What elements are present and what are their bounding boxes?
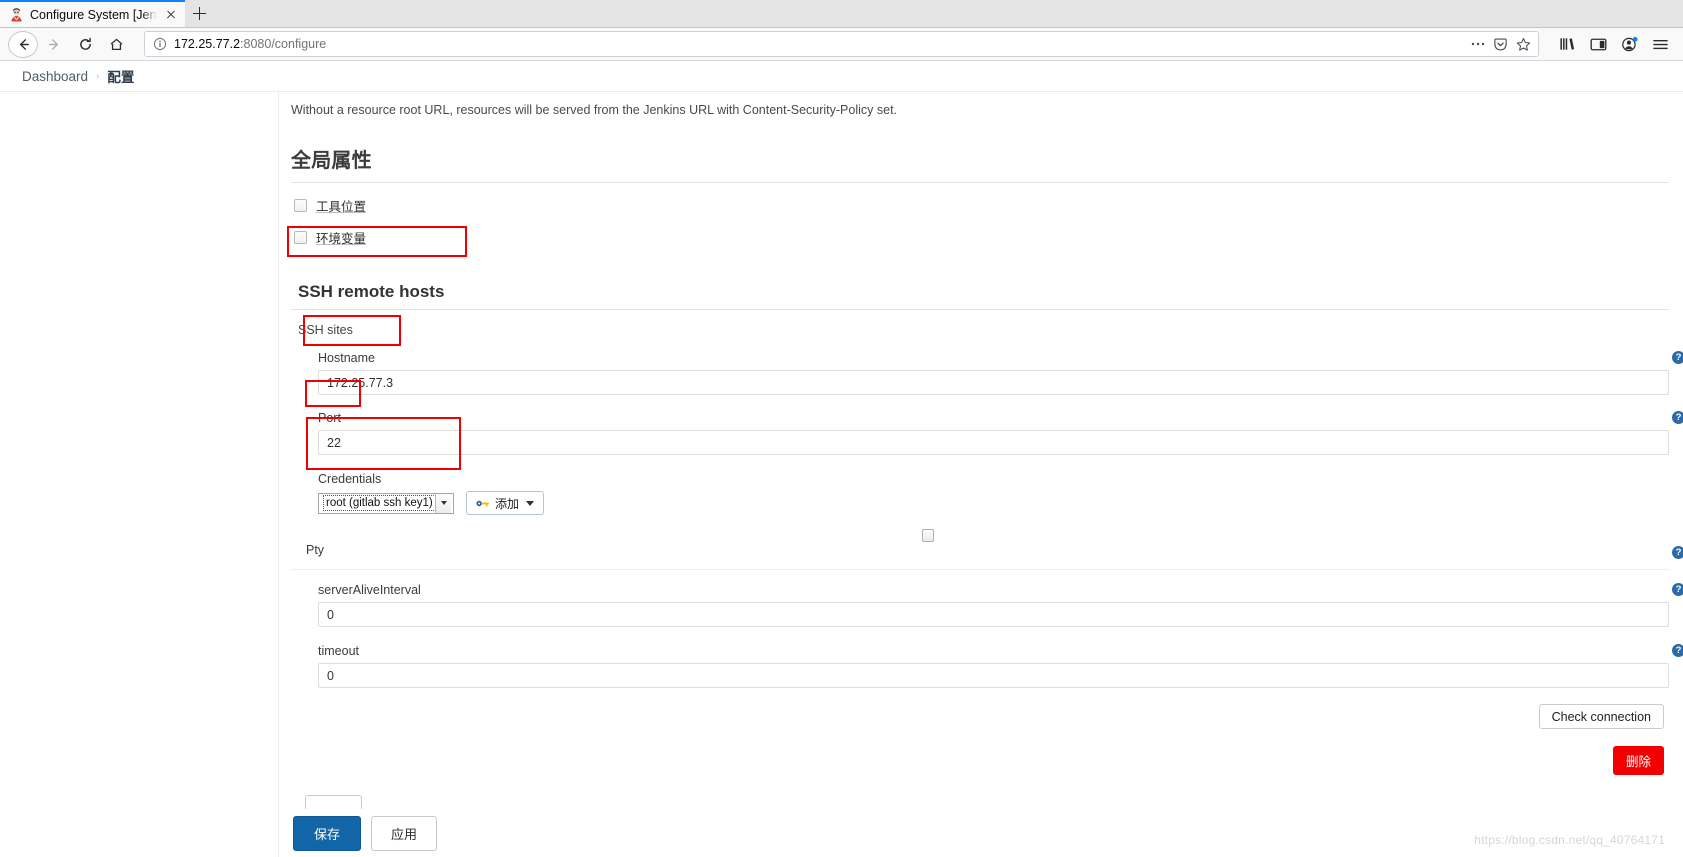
url-bar[interactable]: 172.25.77.2:8080/configure (144, 31, 1539, 57)
timeout-input[interactable] (318, 663, 1669, 688)
server-alive-interval-block: serverAliveInterval ? (318, 583, 1683, 627)
url-path: :8080/configure (240, 37, 327, 51)
form-footer: 保存 应用 (279, 809, 1683, 857)
pty-label: Pty (306, 543, 325, 557)
ssh-remote-hosts-heading: SSH remote hosts (298, 282, 445, 301)
credentials-row: root (gitlab ssh key1) 添加 (318, 491, 1669, 515)
hostname-field-block: Hostname ? (318, 351, 1683, 395)
apply-button[interactable]: 应用 (371, 815, 438, 851)
resource-root-note: Without a resource root URL, resources w… (291, 103, 898, 117)
timeout-help-icon[interactable]: ? (1672, 644, 1683, 657)
navigation-toolbar: 172.25.77.2:8080/configure (0, 28, 1683, 61)
library-icon[interactable] (1553, 30, 1582, 58)
environment-variables-checkbox[interactable] (294, 231, 307, 244)
browser-tab[interactable]: Configure System [Jenkin (0, 0, 185, 27)
add-credentials-button[interactable]: 添加 (466, 491, 545, 515)
port-help-icon[interactable]: ? (1672, 411, 1683, 424)
chevron-down-icon[interactable] (435, 493, 451, 513)
pty-checkbox[interactable] (922, 529, 934, 542)
browser-window: Configure System [Jenkin (0, 0, 1683, 857)
save-button[interactable]: 保存 (293, 815, 362, 851)
server-alive-interval-label: serverAliveInterval (318, 583, 421, 597)
check-connection-button[interactable]: Check connection (1538, 704, 1664, 729)
back-arrow-icon[interactable] (8, 30, 38, 58)
sidebar-icon[interactable] (1584, 30, 1613, 58)
credentials-field-block: Credentials root (gitlab ssh key1) 添加 (318, 472, 1669, 515)
timeout-label: timeout (318, 644, 359, 658)
ssh-sites-label: SSH sites (298, 323, 353, 337)
breadcrumb-separator: › (96, 70, 100, 82)
pocket-icon[interactable] (1492, 36, 1509, 53)
environment-variables-label[interactable]: 环境变量 (316, 228, 366, 247)
new-tab-button[interactable] (185, 0, 215, 27)
hostname-input[interactable] (318, 370, 1669, 395)
timeout-block: timeout ? (318, 644, 1683, 688)
content-wrapper: Without a resource root URL, resources w… (0, 92, 1683, 857)
watermark: https://blog.csdn.net/qq_40764171 (1474, 833, 1665, 847)
delete-row: 删除 (291, 746, 1669, 775)
url-text[interactable]: 172.25.77.2:8080/configure (174, 37, 1463, 51)
checkbox-row-environment-variables[interactable]: 环境变量 (294, 228, 1669, 247)
credentials-select[interactable]: root (gitlab ssh key1) (318, 492, 454, 514)
port-input[interactable] (318, 430, 1669, 455)
pty-field-block: Pty ? (291, 525, 1683, 569)
add-button-label: 添加 (495, 496, 520, 511)
hostname-label: Hostname (318, 351, 375, 365)
caret-down-icon (526, 500, 535, 506)
delete-button[interactable]: 删除 (1612, 746, 1664, 775)
credentials-selected-value: root (gitlab ssh key1) (323, 495, 436, 511)
info-circle-icon[interactable] (151, 36, 168, 53)
tool-locations-label[interactable]: 工具位置 (316, 196, 366, 215)
tab-strip: Configure System [Jenkin (0, 0, 1683, 28)
breadcrumb-current[interactable]: 配置 (107, 66, 134, 86)
breadcrumb: Dashboard › 配置 (0, 61, 1683, 92)
check-connection-row: Check connection (291, 704, 1669, 729)
tool-locations-checkbox[interactable] (294, 199, 307, 212)
credentials-label: Credentials (318, 472, 382, 486)
checkbox-row-tool-locations[interactable]: 工具位置 (294, 196, 1669, 215)
jenkins-page: Dashboard › 配置 Without a resource root U… (0, 61, 1683, 857)
home-icon[interactable] (101, 30, 131, 59)
star-icon[interactable] (1515, 36, 1532, 53)
section-divider (291, 309, 1669, 310)
server-alive-interval-help-icon[interactable]: ? (1672, 583, 1683, 596)
server-alive-interval-input[interactable] (318, 602, 1669, 627)
global-properties-heading: 全局属性 (291, 144, 1669, 183)
account-icon[interactable] (1615, 30, 1644, 58)
forward-arrow-icon[interactable] (39, 30, 69, 59)
breadcrumb-dashboard[interactable]: Dashboard (22, 69, 88, 84)
left-gutter (0, 92, 278, 857)
hamburger-menu-icon[interactable] (1646, 30, 1675, 58)
ellipsis-icon[interactable] (1469, 36, 1486, 53)
close-icon[interactable] (163, 7, 179, 23)
url-host: 172.25.77.2 (174, 37, 241, 51)
pty-help-icon[interactable]: ? (1672, 546, 1683, 559)
key-icon (476, 498, 490, 509)
ssh-remote-hosts-heading-wrap: SSH remote hosts (291, 273, 452, 310)
jenkins-favicon (9, 7, 24, 22)
tab-title: Configure System [Jenkin (30, 7, 157, 22)
port-field-block: Port ? (318, 411, 1683, 455)
pty-divider (291, 569, 1669, 570)
configuration-form: Without a resource root URL, resources w… (278, 92, 1683, 857)
toolbar-right-icons (1547, 30, 1675, 58)
port-label: Port (318, 411, 341, 425)
reload-icon[interactable] (70, 30, 100, 59)
hostname-help-icon[interactable]: ? (1672, 351, 1683, 364)
